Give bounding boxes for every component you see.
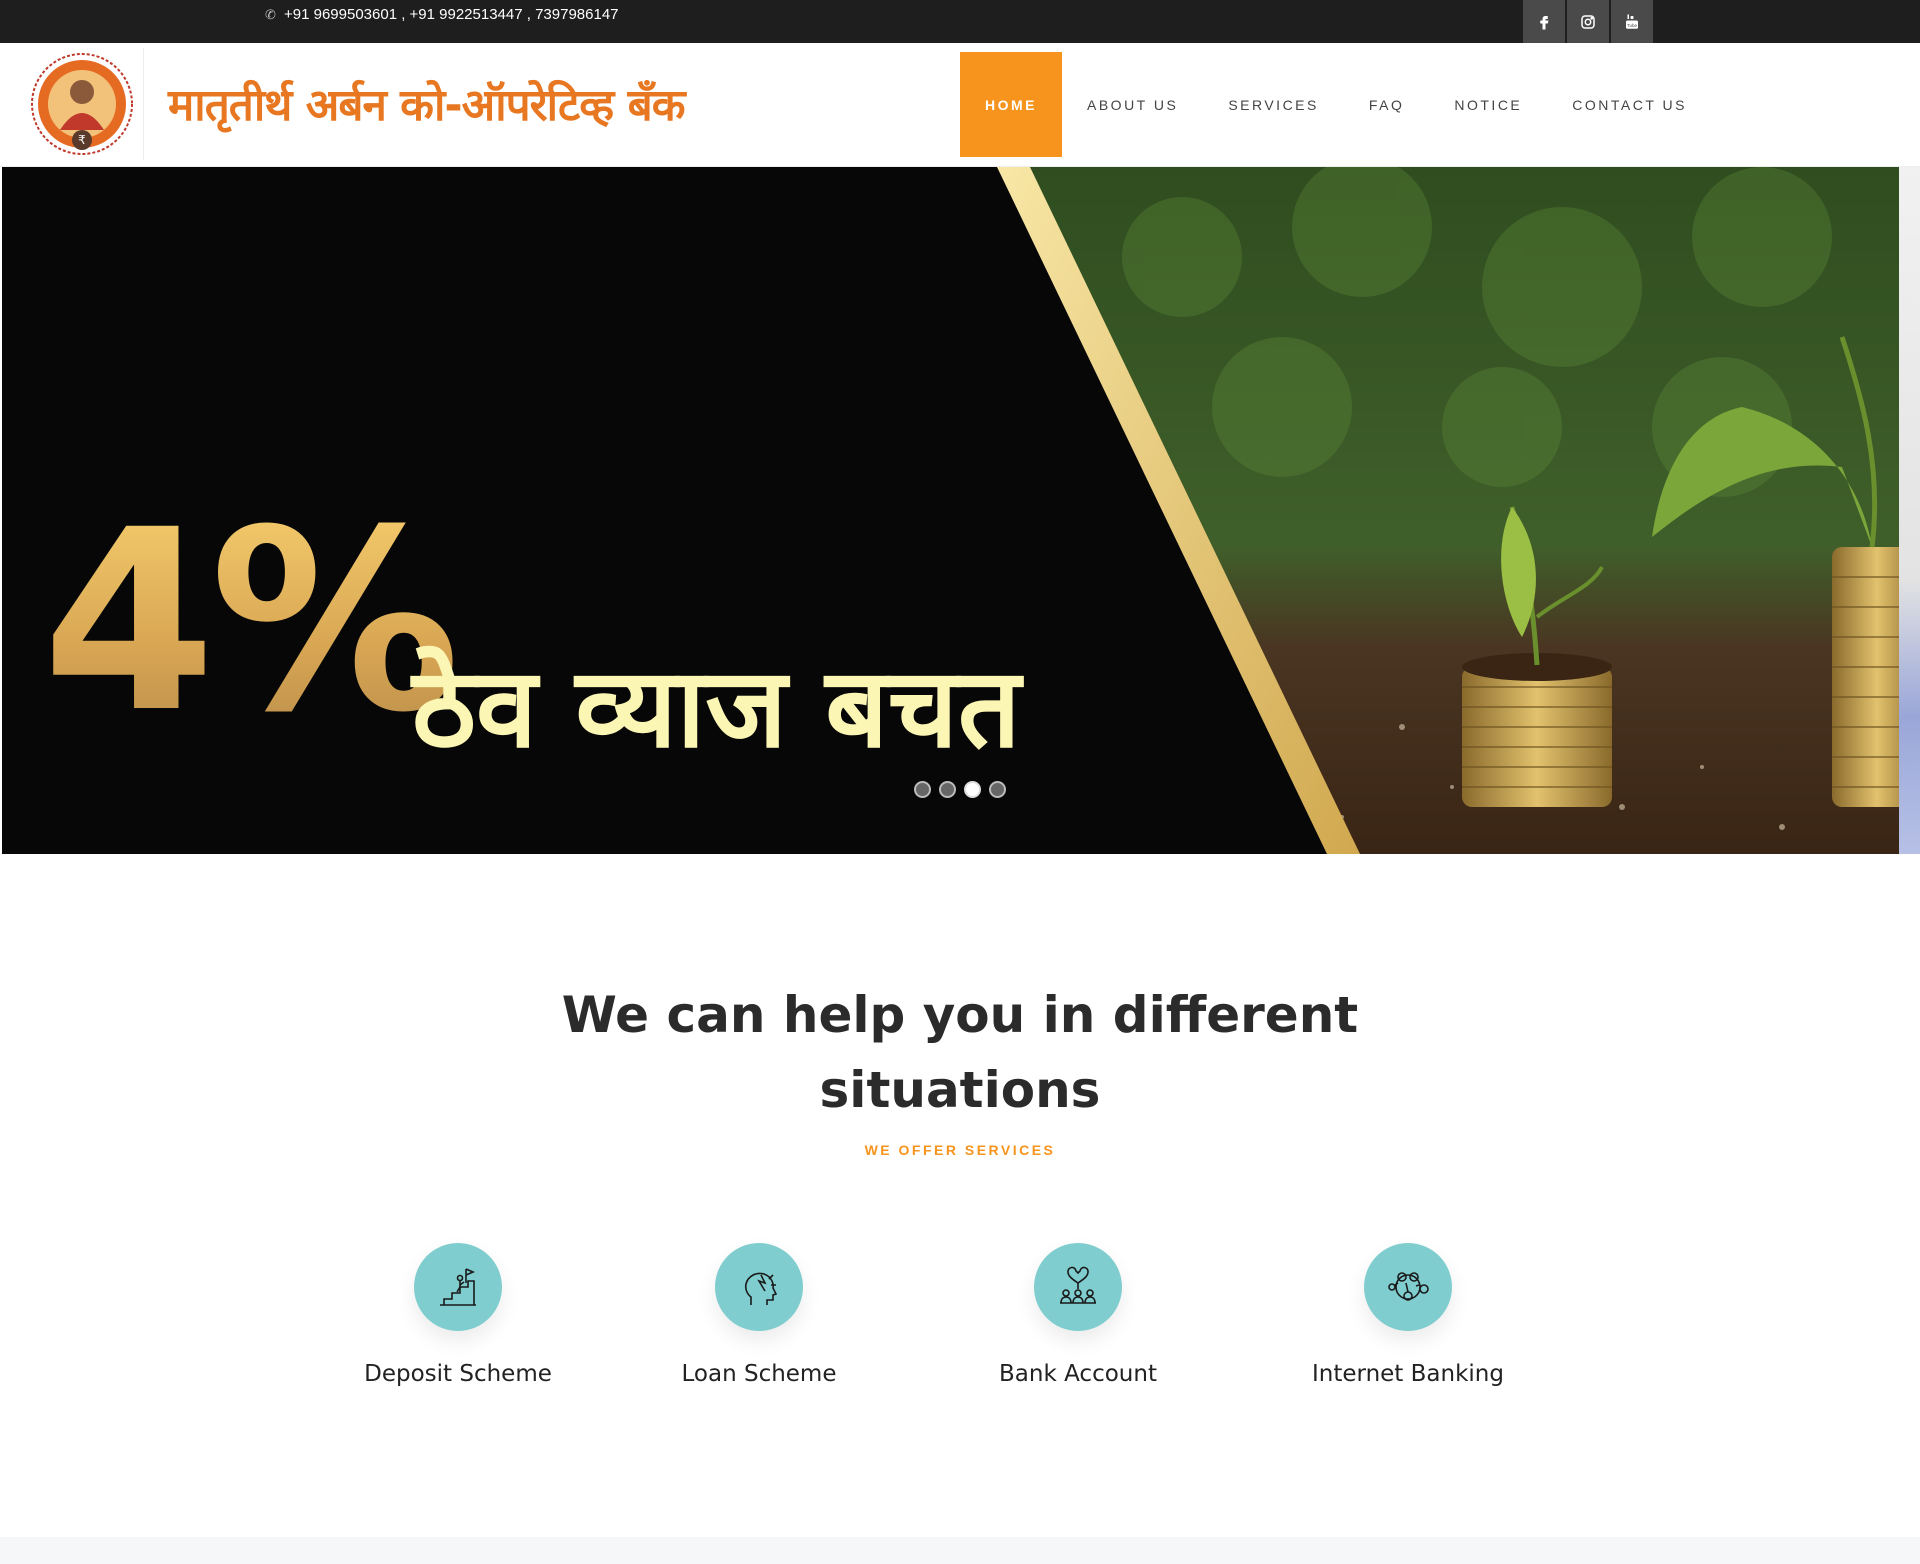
- bank-name[interactable]: मातृतीर्थ अर्बन को-ऑपरेटिव्ह बँक: [168, 73, 686, 133]
- phone-numbers: +91 9699503601 , +91 9922513447 , 739798…: [284, 6, 619, 23]
- next-section-band: [0, 1537, 1920, 1564]
- service-internet-banking[interactable]: Internet Banking: [1258, 1243, 1558, 1387]
- service-loan-scheme[interactable]: Loan Scheme: [609, 1243, 909, 1387]
- nav-contact-us[interactable]: CONTACT US: [1547, 52, 1712, 157]
- service-label: Deposit Scheme: [364, 1361, 552, 1387]
- youtube-icon[interactable]: Tube: [1611, 0, 1653, 43]
- growth-stairs-icon: [414, 1243, 502, 1331]
- facebook-icon[interactable]: [1523, 0, 1565, 43]
- nav-notice[interactable]: NOTICE: [1429, 52, 1547, 157]
- slider-dot-1[interactable]: [914, 781, 931, 798]
- slider-dot-4[interactable]: [989, 781, 1006, 798]
- service-label: Loan Scheme: [681, 1361, 837, 1387]
- contact-phones: ✆ +91 9699503601 , +91 9922513447 , 7397…: [265, 6, 619, 23]
- bank-logo[interactable]: ₹: [20, 48, 144, 160]
- service-label: Bank Account: [999, 1361, 1157, 1387]
- nav-about-us[interactable]: ABOUT US: [1062, 52, 1203, 157]
- service-deposit-scheme[interactable]: Deposit Scheme: [308, 1243, 608, 1387]
- hero-tagline: ठेव व्याज बचत: [412, 644, 1021, 772]
- slider-dot-2[interactable]: [939, 781, 956, 798]
- service-label: Internet Banking: [1312, 1361, 1504, 1387]
- slider-dots: [914, 781, 1006, 798]
- svg-text:₹: ₹: [78, 133, 86, 147]
- hero-rate: 4%: [42, 476, 460, 767]
- hero-slider: 4% ठेव व्याज बचत: [2, 167, 1899, 854]
- team-heart-icon: [1034, 1243, 1122, 1331]
- head-idea-icon: [715, 1243, 803, 1331]
- slider-dot-3[interactable]: [964, 781, 981, 798]
- site-header: ₹ मातृतीर्थ अर्बन को-ऑपरेटिव्ह बँक HOME …: [0, 43, 1920, 167]
- service-bank-account[interactable]: Bank Account: [928, 1243, 1228, 1387]
- svg-text:Tube: Tube: [1627, 22, 1638, 27]
- services-title: We can help you in different situations: [561, 986, 1359, 1119]
- nav-faq[interactable]: FAQ: [1344, 52, 1430, 157]
- social-links: Tube: [1523, 0, 1653, 43]
- nav-home[interactable]: HOME: [960, 52, 1062, 157]
- phone-icon: ✆: [265, 7, 276, 22]
- instagram-icon[interactable]: [1567, 0, 1609, 43]
- main-nav: HOME ABOUT US SERVICES FAQ NOTICE CONTAC…: [960, 52, 1712, 157]
- services-subtitle: WE OFFER SERVICES: [864, 1142, 1056, 1158]
- network-people-icon: [1364, 1243, 1452, 1331]
- top-bar: ✆ +91 9699503601 , +91 9922513447 , 7397…: [0, 0, 1920, 43]
- next-slide-peek: [1899, 167, 1920, 854]
- nav-services[interactable]: SERVICES: [1203, 52, 1344, 157]
